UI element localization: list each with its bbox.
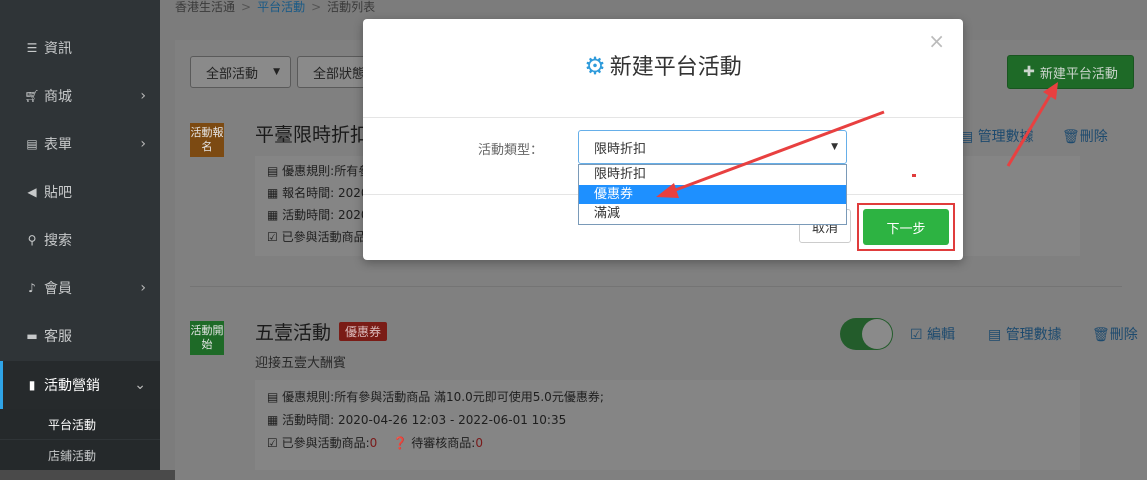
annotation-arrow-new-button xyxy=(1006,91,1054,167)
annotation-arrow-coupon xyxy=(669,110,885,194)
annotation-arrowhead xyxy=(656,183,679,198)
annotation-arrows xyxy=(656,82,1058,198)
